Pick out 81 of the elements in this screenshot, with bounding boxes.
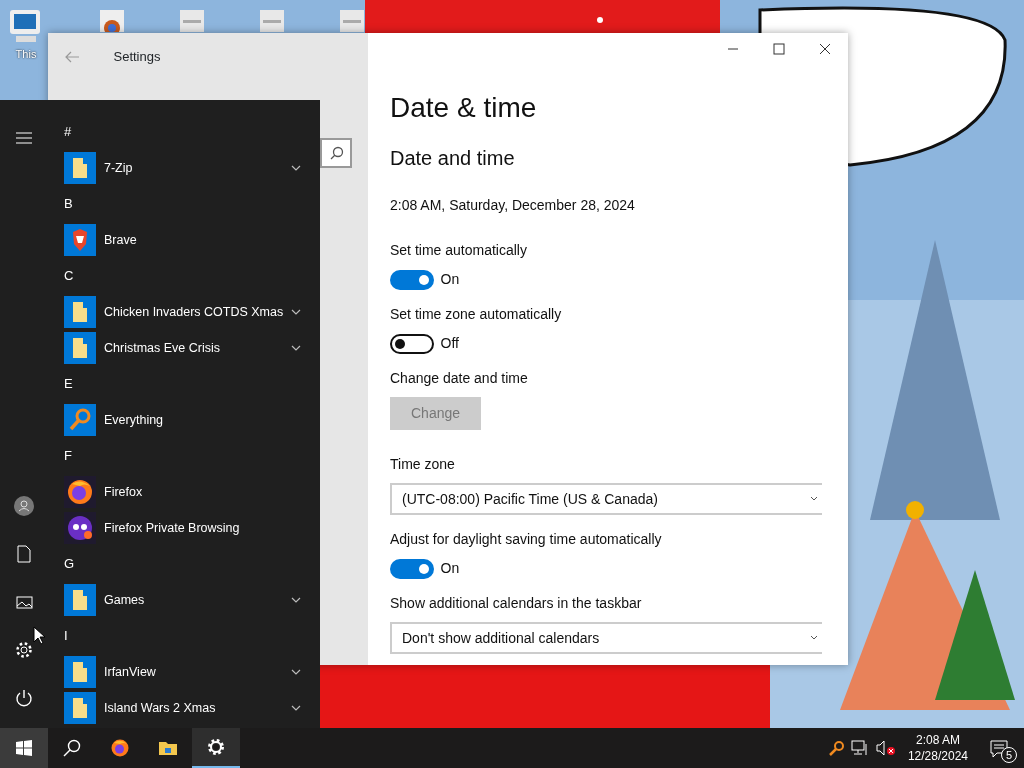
mouse-cursor-icon — [33, 626, 45, 645]
section-letter: # — [64, 123, 73, 142]
menu-icon — [16, 132, 32, 144]
app-list-item[interactable]: Christmas Eve Crisis — [64, 330, 322, 366]
toggle-switch[interactable] — [390, 333, 434, 354]
section-letter: G — [64, 555, 76, 574]
setting-label: Set time automatically — [390, 241, 528, 260]
page-heading: Date & time — [390, 91, 538, 125]
close-icon — [818, 43, 832, 55]
chevron-icon — [291, 705, 302, 711]
windows-logo-icon — [16, 740, 32, 756]
search-icon — [63, 739, 81, 757]
network-icon[interactable] — [851, 740, 870, 756]
settings-icon — [207, 738, 225, 756]
app-list-item[interactable]: 7-Zip — [64, 150, 322, 186]
search-icon — [330, 146, 344, 160]
folder-icon — [64, 152, 96, 184]
icon-label: This — [15, 47, 37, 62]
magnifier-icon — [64, 404, 96, 436]
chevron-icon — [291, 597, 302, 603]
current-date-time: 2:08 AM, Saturday, December 28, 2024 — [390, 196, 636, 215]
setting-label: Adjust for daylight saving time automatically — [390, 530, 663, 549]
dropdown[interactable]: (UTC-08:00) Pacific Time (US & Canada) — [390, 483, 822, 515]
settings-icon — [15, 641, 33, 659]
app-list-item[interactable]: Everything — [64, 402, 322, 438]
setting-label: Show additional calendars in the taskbar — [390, 594, 643, 613]
chevron-icon — [810, 635, 818, 641]
folder-icon — [64, 332, 96, 364]
app-list-item[interactable]: Brave — [64, 222, 322, 258]
toggle-switch[interactable] — [390, 558, 434, 579]
volume-muted-icon[interactable] — [875, 740, 896, 756]
setting-label: Change date and time — [390, 369, 529, 388]
folder-icon — [64, 584, 96, 616]
folder-icon — [159, 739, 177, 757]
chevron-icon — [291, 309, 302, 315]
notification-count: 5 — [1001, 747, 1017, 763]
chevron-icon — [291, 165, 302, 171]
window-title: Settings — [113, 48, 161, 67]
app-list-item[interactable]: Island Wars 2 Xmas — [64, 690, 322, 726]
dropdown-value: Don't show additional calendars — [402, 628, 600, 648]
pictures-icon — [15, 595, 33, 609]
dropdown[interactable]: Don't show additional calendars — [390, 622, 822, 654]
app-list-item[interactable]: IrfanView — [64, 654, 322, 690]
section-letter: F — [64, 447, 73, 466]
notifications-button[interactable]: 5 — [976, 728, 1024, 768]
chevron-icon — [291, 669, 302, 675]
section-letter: B — [64, 195, 74, 214]
maximize-icon — [772, 43, 786, 55]
toggle-switch[interactable] — [390, 269, 434, 290]
toggle-state: On — [440, 270, 460, 289]
app-list-item[interactable]: Chicken Invaders COTDS Xmas — [64, 294, 322, 330]
chevron-icon — [291, 345, 302, 351]
documents-icon — [17, 545, 31, 563]
section-letter: C — [64, 267, 75, 286]
section-letter: E — [64, 375, 74, 394]
section-letter: I — [64, 627, 69, 646]
setting-label: Time zone — [390, 455, 456, 474]
clock[interactable]: 2:08 AM 12/28/2024 — [899, 728, 976, 768]
section-heading: Date and time — [390, 146, 516, 171]
power-icon — [15, 689, 33, 707]
user-icon — [14, 496, 34, 516]
dropdown-value: (UTC-08:00) Pacific Time (US & Canada) — [402, 489, 658, 509]
chevron-icon — [810, 496, 818, 502]
app-list-item[interactable]: Games — [64, 582, 322, 618]
start-button[interactable] — [0, 728, 48, 768]
toggle-state: On — [440, 559, 460, 578]
folder-icon — [64, 296, 96, 328]
folder-icon — [64, 692, 96, 724]
toggle-state: Off — [440, 334, 459, 353]
setting-label: Set time zone automatically — [390, 305, 563, 324]
lion-shield-icon — [64, 224, 96, 256]
firefox-icon — [111, 739, 129, 757]
firefox-icon — [64, 476, 96, 508]
folder-icon — [64, 656, 96, 688]
mask-icon — [64, 512, 96, 544]
notifications-icon — [990, 739, 1010, 758]
app-list-item[interactable]: Firefox — [64, 474, 322, 510]
magnifier-icon[interactable] — [828, 740, 845, 756]
search-field[interactable] — [320, 138, 352, 168]
taskbar-button[interactable] — [192, 728, 240, 768]
app-list-item[interactable]: Firefox Private Browsing — [64, 510, 322, 546]
